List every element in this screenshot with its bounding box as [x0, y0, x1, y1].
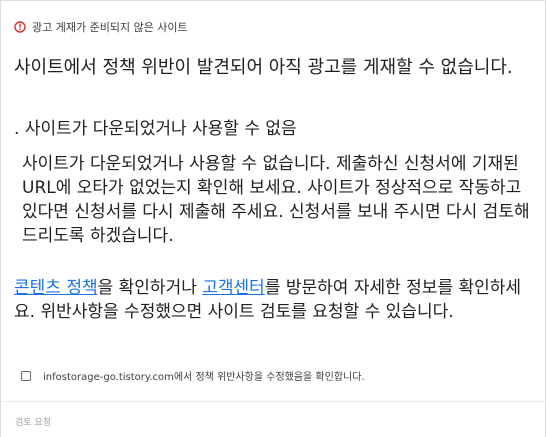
violation-reason-title: . 사이트가 다운되었거나 사용할 수 없음 — [14, 118, 297, 140]
info-paragraph: 콘텐츠 정책을 확인하거나 고객센터를 방문하여 자세한 정보를 확인하세요. … — [14, 276, 534, 324]
status-header: 광고 게재가 준비되지 않은 사이트 — [14, 19, 188, 35]
status-header-text: 광고 게재가 준비되지 않은 사이트 — [32, 21, 188, 34]
divider — [1, 401, 545, 402]
violation-reason-description: 사이트가 다운되었거나 사용할 수 없습니다. 제출하신 신청서에 기재된 UR… — [22, 154, 530, 246]
violation-reason-label: 사이트가 다운되었거나 사용할 수 없음 — [24, 119, 297, 139]
help-center-link[interactable]: 고객센터 — [202, 278, 265, 298]
confirm-fix-row[interactable]: infostorage-go.tistory.com에서 정책 위반사항을 수정… — [21, 368, 365, 383]
page-title: 사이트에서 정책 위반이 발견되어 아직 광고를 게재할 수 없습니다. — [14, 57, 513, 78]
confirm-fix-label: infostorage-go.tistory.com에서 정책 위반사항을 수정… — [43, 372, 365, 383]
confirm-fix-checkbox[interactable] — [21, 370, 31, 381]
content-policy-link[interactable]: 콘텐츠 정책 — [14, 278, 98, 298]
info-text-1: 을 확인하거나 — [97, 278, 203, 298]
alert-circle-icon — [14, 21, 26, 33]
request-review-button[interactable]: 검토 요청 — [15, 415, 51, 428]
policy-violation-panel: 광고 게재가 준비되지 않은 사이트 사이트에서 정책 위반이 발견되어 아직 … — [0, 0, 546, 437]
bullet: . — [14, 119, 20, 139]
